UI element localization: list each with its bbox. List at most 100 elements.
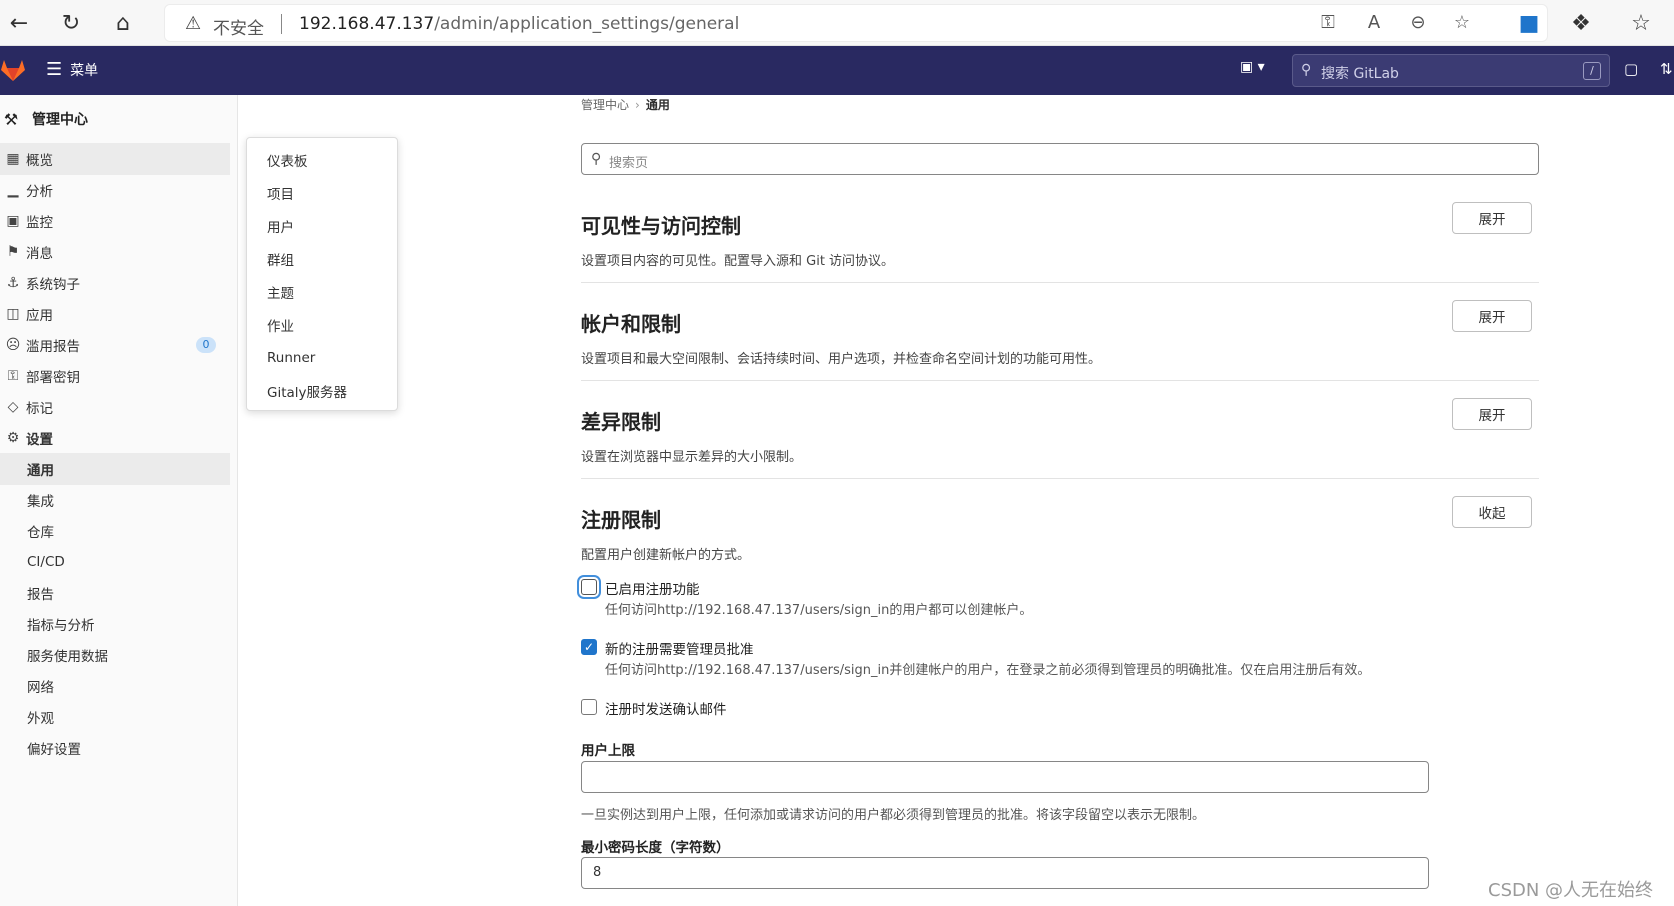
section-description: 设置在浏览器中显示差异的大小限制。 — [581, 450, 803, 465]
flyout-item-projects[interactable]: 项目 — [247, 176, 399, 209]
signup-enabled-checkbox[interactable] — [581, 579, 597, 595]
sidebar-item-system-hooks[interactable]: ⚓ 系统钩子 — [0, 267, 230, 299]
url-path: /admin/application_settings/general — [434, 14, 740, 34]
sidebar-subitem-label: 报告 — [27, 587, 54, 603]
section-title: 可见性与访问控制 — [581, 214, 741, 238]
sidebar-item-label: 概览 — [26, 153, 53, 169]
sidebar-subitem-metrics[interactable]: 指标与分析 — [0, 608, 230, 640]
new-dropdown-icon[interactable]: ▣ ▾ — [1240, 59, 1265, 75]
sidebar-item-applications[interactable]: ◫ 应用 — [0, 298, 230, 330]
sidebar-item-label: 部署密钥 — [26, 370, 80, 386]
wrench-icon: ⚒ — [3, 109, 19, 129]
gear-icon: ⚙ — [6, 430, 20, 446]
sidebar-subitem-usage-data[interactable]: 服务使用数据 — [0, 639, 230, 671]
page-search-placeholder: 搜索页 — [609, 156, 649, 171]
apps-icon: ◫ — [6, 306, 20, 322]
collapse-button[interactable]: 收起 — [1452, 496, 1532, 528]
divider — [581, 282, 1539, 283]
flyout-item-gitaly-servers[interactable]: Gitaly服务器 — [247, 374, 399, 407]
extension-badge-icon[interactable]: ■ — [1514, 8, 1544, 38]
sidebar-item-settings[interactable]: ⚙ 设置 — [0, 422, 230, 454]
issues-icon[interactable]: ▢ — [1624, 60, 1638, 78]
flyout-item-runners[interactable]: Runner — [247, 341, 399, 374]
flyout-item-jobs[interactable]: 作业 — [247, 308, 399, 341]
sidebar-item-monitoring[interactable]: ▣ 监控 — [0, 205, 230, 237]
sidebar-item-deploy-keys[interactable]: ⚿ 部署密钥 — [0, 360, 230, 392]
extensions-icon[interactable]: ❖ — [1566, 8, 1596, 38]
sidebar-subitem-label: CI/CD — [27, 554, 65, 570]
flyout-item-dashboard[interactable]: 仪表板 — [247, 143, 399, 176]
page-search-input[interactable]: ⚲ 搜索页 — [581, 143, 1539, 175]
admin-approval-help: 任何访问http://192.168.47.137/users/sign_in并… — [605, 663, 1371, 678]
sidebar-item-label: 分析 — [26, 184, 53, 200]
expand-button[interactable]: 展开 — [1452, 202, 1532, 234]
overview-icon: ▦ — [6, 151, 20, 167]
flyout-item-users[interactable]: 用户 — [247, 209, 399, 242]
section-description: 设置项目和最大空间限制、会话持续时间、用户选项，并检查命名空间计划的功能可用性。 — [581, 352, 1102, 367]
gitlab-top-nav: ☰ 菜单 ▣ ▾ ⚲ 搜索 GitLab / ▢ ⇅ — [0, 46, 1674, 95]
menu-label: 菜单 — [70, 62, 99, 79]
reload-icon[interactable]: ↻ — [56, 8, 86, 38]
user-cap-label: 用户上限 — [581, 743, 635, 759]
breadcrumb-current: 通用 — [645, 98, 670, 112]
search-shortcut: / — [1583, 62, 1601, 80]
sidebar-subitem-label: 指标与分析 — [27, 618, 95, 634]
label-icon: ◇ — [7, 399, 19, 415]
admin-approval-checkbox[interactable]: ✓ — [581, 639, 597, 655]
sidebar-subitem-integrations[interactable]: 集成 — [0, 484, 230, 516]
breadcrumb: 管理中心 › 通用 — [581, 96, 670, 113]
sidebar-subitem-cicd[interactable]: CI/CD — [0, 546, 230, 578]
min-password-length-input[interactable]: 8 — [581, 857, 1429, 889]
key-icon[interactable]: ⚿ — [1315, 12, 1341, 33]
expand-button[interactable]: 展开 — [1452, 398, 1532, 430]
sidebar-subitem-general[interactable]: 通用 — [0, 453, 230, 485]
gitlab-logo-icon[interactable] — [0, 58, 26, 82]
sidebar-item-label: 滥用报告 — [26, 339, 80, 355]
favorite-icon[interactable]: ☆ — [1449, 12, 1475, 33]
sidebar-subitem-label: 服务使用数据 — [27, 649, 108, 665]
url-text[interactable]: 192.168.47.137/admin/application_setting… — [299, 14, 739, 34]
sidebar-subitem-reporting[interactable]: 报告 — [0, 577, 230, 609]
flyout-item-groups[interactable]: 群组 — [247, 242, 399, 275]
admin-approval-label[interactable]: 新的注册需要管理员批准 — [605, 638, 754, 658]
warning-icon: ⚠ — [185, 13, 202, 34]
sidebar-item-labels[interactable]: ◇ 标记 — [0, 391, 230, 423]
gitlab-search-input[interactable]: ⚲ 搜索 GitLab / — [1292, 54, 1610, 87]
sidebar-subitem-repository[interactable]: 仓库 — [0, 515, 230, 547]
user-cap-input[interactable] — [581, 761, 1429, 793]
flyout-item-topics[interactable]: 主题 — [247, 275, 399, 308]
sidebar-subitem-network[interactable]: 网络 — [0, 670, 230, 702]
home-icon[interactable]: ⌂ — [108, 8, 138, 38]
chevron-right-icon: › — [635, 98, 640, 112]
divider — [281, 14, 282, 34]
sidebar-subitem-preferences[interactable]: 偏好设置 — [0, 732, 230, 764]
section-title: 差异限制 — [581, 410, 661, 434]
menu-button[interactable]: ☰ 菜单 — [46, 59, 98, 80]
signup-enabled-label[interactable]: 已启用注册功能 — [605, 578, 700, 598]
read-aloud-icon[interactable]: A — [1361, 12, 1387, 33]
sidebar-item-abuse-reports[interactable]: ☹ 滥用报告 0 — [0, 329, 230, 361]
overview-flyout-menu: 仪表板 项目 用户 群组 主题 作业 Runner Gitaly服务器 — [246, 137, 398, 411]
divider — [581, 380, 1539, 381]
sidebar-item-overview[interactable]: ▦ 概览 — [0, 143, 230, 175]
admin-sidebar: ⚒ 管理中心 ▦ 概览 ▁ 分析 ▣ 监控 ⚑ 消息 ⚓ 系统钩子 ◫ 应用 ☹ 滥用报告 0… — [0, 95, 238, 906]
search-icon: ⚲ — [1301, 62, 1312, 78]
user-cap-help: 一旦实例达到用户上限，任何添加或请求访问的用户都必须得到管理员的批准。将该字段留… — [581, 808, 1206, 823]
address-bar[interactable]: ⚠ 不安全 192.168.47.137/admin/application_s… — [164, 4, 1548, 42]
monitor-icon: ▣ — [6, 213, 20, 229]
confirm-email-checkbox[interactable] — [581, 699, 597, 715]
section-title: 注册限制 — [581, 508, 661, 532]
sidebar-item-messages[interactable]: ⚑ 消息 — [0, 236, 230, 268]
favorites-icon[interactable]: ☆ — [1626, 8, 1656, 38]
security-label: 不安全 — [213, 19, 264, 39]
zoom-icon[interactable]: ⊖ — [1405, 12, 1431, 33]
sidebar-item-label: 监控 — [26, 215, 53, 231]
breadcrumb-parent[interactable]: 管理中心 — [581, 98, 629, 112]
sidebar-header[interactable]: ⚒ 管理中心 — [0, 107, 88, 131]
back-icon[interactable]: ← — [4, 8, 34, 38]
sidebar-item-analytics[interactable]: ▁ 分析 — [0, 174, 230, 206]
expand-button[interactable]: 展开 — [1452, 300, 1532, 332]
sidebar-subitem-appearance[interactable]: 外观 — [0, 701, 230, 733]
merge-request-icon[interactable]: ⇅ — [1660, 60, 1673, 78]
confirm-email-label[interactable]: 注册时发送确认邮件 — [605, 698, 727, 718]
